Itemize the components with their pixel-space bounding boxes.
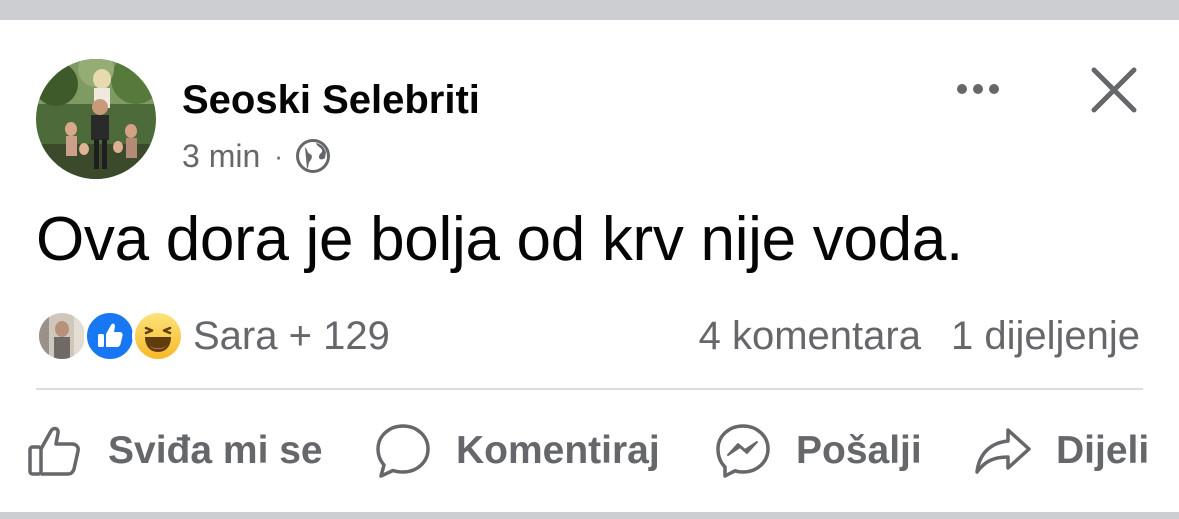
post-time[interactable]: 3 min	[182, 138, 260, 175]
feed-background-bottom	[0, 512, 1179, 519]
thumbs-up-icon	[28, 426, 80, 476]
share-label: Dijeli	[1056, 429, 1150, 472]
reactions-summary[interactable]: Sara + 129	[193, 313, 390, 359]
comment-bubble-icon	[376, 424, 430, 478]
comment-button[interactable]: Komentiraj	[374, 416, 660, 486]
shares-count[interactable]: 1 dijeljenje	[951, 313, 1140, 359]
comment-label: Komentiraj	[456, 429, 660, 472]
feed-background-top	[0, 0, 1179, 20]
close-icon[interactable]	[1088, 64, 1140, 116]
action-bar: Sviđa mi se Komentiraj Pošalji Dijeli	[0, 416, 1179, 486]
reactions-icons[interactable]	[36, 310, 196, 364]
post-meta: 3 min ·	[182, 134, 331, 178]
more-options-icon[interactable]	[952, 72, 1012, 106]
like-label: Sviđa mi se	[108, 429, 323, 472]
post-text: Ova dora je bolja od krv nije voda.	[36, 205, 963, 274]
send-button[interactable]: Pošalji	[714, 416, 922, 486]
like-reaction-icon	[84, 310, 136, 362]
divider	[36, 388, 1143, 390]
haha-reaction-icon	[132, 310, 184, 362]
send-label: Pošalji	[796, 429, 922, 472]
share-arrow-icon	[975, 428, 1031, 474]
comments-count[interactable]: 4 komentara	[699, 313, 921, 359]
avatar-photo	[36, 59, 156, 179]
page-name[interactable]: Seoski Selebriti	[182, 76, 480, 124]
share-button[interactable]: Dijeli	[974, 416, 1149, 486]
page-avatar[interactable]	[36, 59, 156, 179]
globe-icon	[295, 138, 331, 174]
messenger-icon	[716, 424, 770, 478]
engagement-counts: 4 komentara 1 dijeljenje	[699, 313, 1140, 359]
meta-separator: ·	[274, 140, 283, 171]
friend-photo	[36, 310, 88, 362]
like-button[interactable]: Sviđa mi se	[26, 416, 323, 486]
